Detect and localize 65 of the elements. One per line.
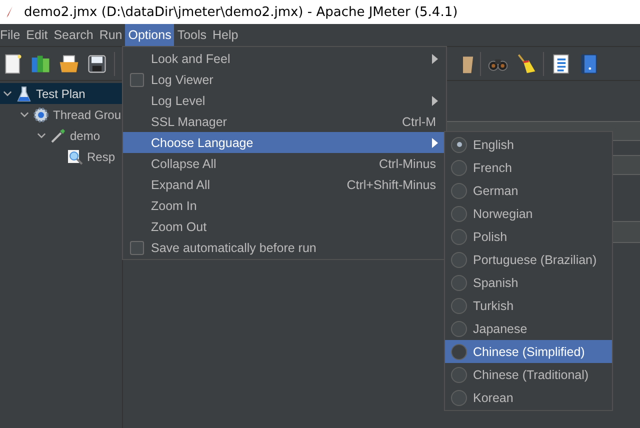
menu-item[interactable]: Portuguese (Brazilian)	[445, 248, 612, 271]
menu-item[interactable]: Options	[125, 24, 174, 46]
menu-item[interactable]: Spanish	[445, 271, 612, 294]
chevron-icon[interactable]	[3, 89, 12, 98]
radio-button[interactable]	[451, 344, 467, 360]
radio-button[interactable]	[451, 160, 467, 176]
menu-item[interactable]: Search	[50, 24, 96, 46]
menu-item[interactable]: Chinese (Simplified)	[445, 340, 612, 363]
new-document-icon[interactable]	[2, 52, 24, 74]
radio-button[interactable]	[451, 136, 467, 152]
broom-icon[interactable]	[515, 52, 537, 74]
menu-item[interactable]: French	[445, 156, 612, 179]
submenu-arrow-icon	[432, 54, 438, 64]
menu-item[interactable]: Log Viewer	[123, 69, 446, 90]
menu-item[interactable]: Zoom In	[123, 195, 446, 216]
menu-item[interactable]: Save automatically before run	[123, 237, 446, 258]
radio-button[interactable]	[451, 252, 467, 268]
feather-icon	[6, 5, 14, 19]
radio-button[interactable]	[451, 274, 467, 290]
menu-item[interactable]: Zoom Out	[123, 216, 446, 237]
radio-button[interactable]	[451, 298, 467, 314]
menu-item[interactable]: Tools	[174, 24, 210, 46]
submenu-arrow-icon	[432, 138, 438, 148]
menu-item[interactable]: Turkish	[445, 294, 612, 317]
menu-item[interactable]: Norwegian	[445, 202, 612, 225]
magnifier-icon	[67, 148, 83, 164]
menu-item[interactable]: Expand All Ctrl+Shift-Minus	[123, 174, 446, 195]
menu-item[interactable]: Japanese	[445, 317, 612, 340]
menu-item[interactable]: Edit	[23, 24, 51, 46]
tree-node[interactable]: Thread Grou	[0, 104, 122, 125]
radio-button[interactable]	[451, 228, 467, 244]
menu-item[interactable]: German	[445, 179, 612, 202]
dropper-icon	[50, 128, 66, 144]
chevron-icon[interactable]	[20, 110, 29, 119]
radio-button[interactable]	[451, 206, 467, 222]
chevron-icon[interactable]	[37, 131, 46, 140]
tree-node[interactable]: demo	[0, 125, 122, 146]
tree-node[interactable]: Resp	[0, 146, 122, 167]
menu-item[interactable]: File	[0, 24, 24, 46]
menu-item[interactable]: Polish	[445, 225, 612, 248]
save-icon[interactable]	[86, 52, 108, 74]
menu-item[interactable]: Collapse All Ctrl-Minus	[123, 153, 446, 174]
book-icon[interactable]	[578, 52, 600, 74]
folder-icon[interactable]	[58, 52, 80, 74]
flask-icon	[16, 86, 32, 102]
radio-button[interactable]	[451, 366, 467, 382]
menu-item[interactable]: Help	[210, 24, 242, 46]
checkbox[interactable]	[130, 240, 144, 254]
radio-button[interactable]	[451, 182, 467, 198]
list-icon[interactable]	[550, 52, 572, 74]
gear-icon	[33, 106, 49, 122]
radio-button[interactable]	[451, 320, 467, 336]
menu-item[interactable]: English	[445, 133, 612, 156]
menu-item[interactable]: Korean	[445, 386, 612, 409]
submenu-arrow-icon	[432, 96, 438, 106]
menu-item[interactable]: Run	[96, 24, 126, 46]
menu-item[interactable]: Look and Feel	[123, 48, 446, 69]
window-title: demo2.jmx (D:\dataDir\jmeter\demo2.jmx) - Apache JMeter (5.4.1)	[24, 4, 458, 20]
menu-item[interactable]: Chinese (Traditional)	[445, 363, 612, 386]
checkbox[interactable]	[130, 72, 144, 86]
menu-item[interactable]: Log Level	[123, 90, 446, 111]
tree-node[interactable]: Test Plan	[0, 83, 122, 104]
menu-item[interactable]: SSL Manager Ctrl-M	[123, 111, 446, 132]
menu-item[interactable]: Choose Language	[123, 132, 446, 153]
radio-button[interactable]	[451, 390, 467, 406]
